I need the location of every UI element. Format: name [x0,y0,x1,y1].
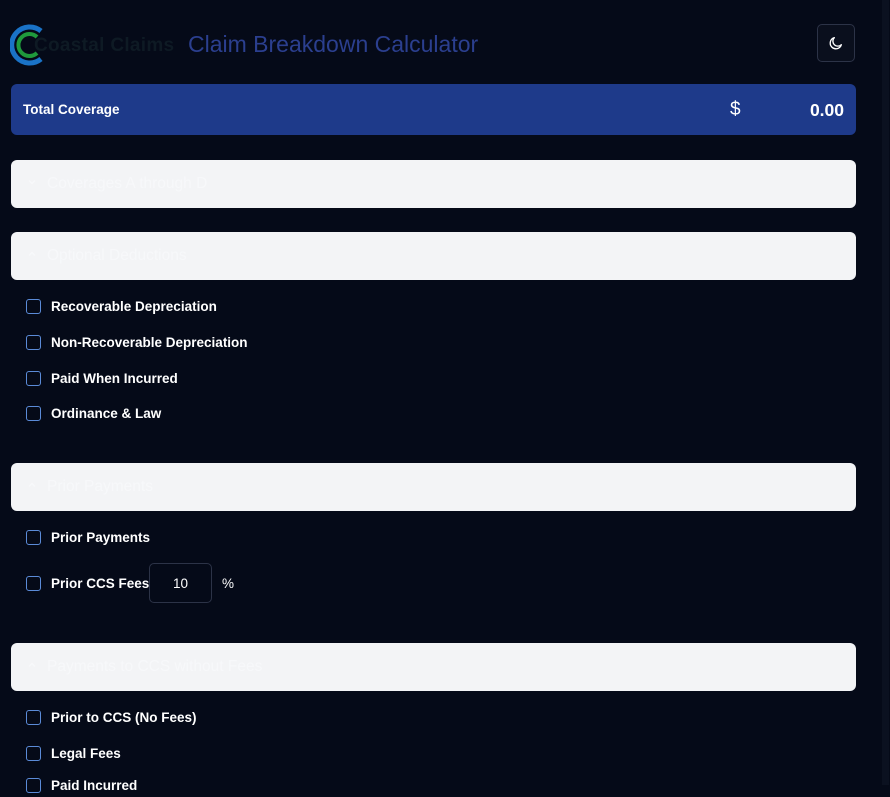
section-title: Prior Payments [47,478,153,495]
checkbox-label: Legal Fees [51,746,121,761]
ordinance-law-checkbox[interactable] [26,406,41,421]
checkbox-label: Prior CCS Fees [51,576,150,591]
total-coverage-label: Total Coverage [23,102,120,117]
theme-toggle-button[interactable] [817,24,855,62]
chevron-up-icon [28,662,36,668]
section-optional-deductions-header[interactable]: Optional Deductions [11,232,856,280]
company-logo: Coastal Claims [10,19,185,71]
page-title: Claim Breakdown Calculator [188,31,479,57]
moon-icon [829,37,842,50]
app-header: Coastal Claims Claim Breakdown Calculato… [0,0,880,84]
prior-to-ccs-checkbox[interactable] [26,710,41,725]
checkbox-label: Recoverable Depreciation [51,299,217,314]
checkbox-label: Ordinance & Law [51,406,162,421]
section-coverages-header[interactable]: Coverages A through D [11,160,856,208]
chevron-down-icon [28,179,36,185]
prior-ccs-fees-checkbox[interactable] [26,576,41,591]
checkbox-label: Non-Recoverable Depreciation [51,335,248,350]
checkbox-label: Paid Incurred [51,778,138,793]
paid-when-incurred-checkbox[interactable] [26,371,41,386]
section-title: Coverages A through D [47,175,208,192]
page-scrollbar[interactable] [881,0,890,785]
logo-text: Coastal Claims [34,35,175,56]
percent-unit: % [222,576,235,591]
section-prior-payments-header[interactable]: Prior Payments [11,463,856,511]
section-payments-without-fees-header[interactable]: Payments to CCS without Fees [11,643,856,691]
prior-payments-checkbox[interactable] [26,530,41,545]
total-coverage-bar: Total Coverage $ 0.00 [11,84,856,135]
section-title: Payments to CCS without Fees [47,658,263,675]
checkbox-label: Prior Payments [51,530,151,545]
currency-symbol: $ [730,99,741,120]
section-title: Optional Deductions [47,247,187,264]
chevron-up-icon [28,482,36,488]
scrollbar-track[interactable] [882,0,889,785]
checkbox-label: Prior to CCS (No Fees) [51,710,197,725]
non-recoverable-depreciation-checkbox[interactable] [26,335,41,350]
paid-incurred-checkbox[interactable] [26,778,41,793]
recoverable-depreciation-checkbox[interactable] [26,299,41,314]
total-coverage-amount: 0.00 [809,100,844,120]
checkbox-label: Paid When Incurred [51,371,178,386]
prior-ccs-fee-percent-input[interactable] [149,563,212,603]
chevron-up-icon [28,251,36,257]
legal-fees-checkbox[interactable] [26,746,41,761]
